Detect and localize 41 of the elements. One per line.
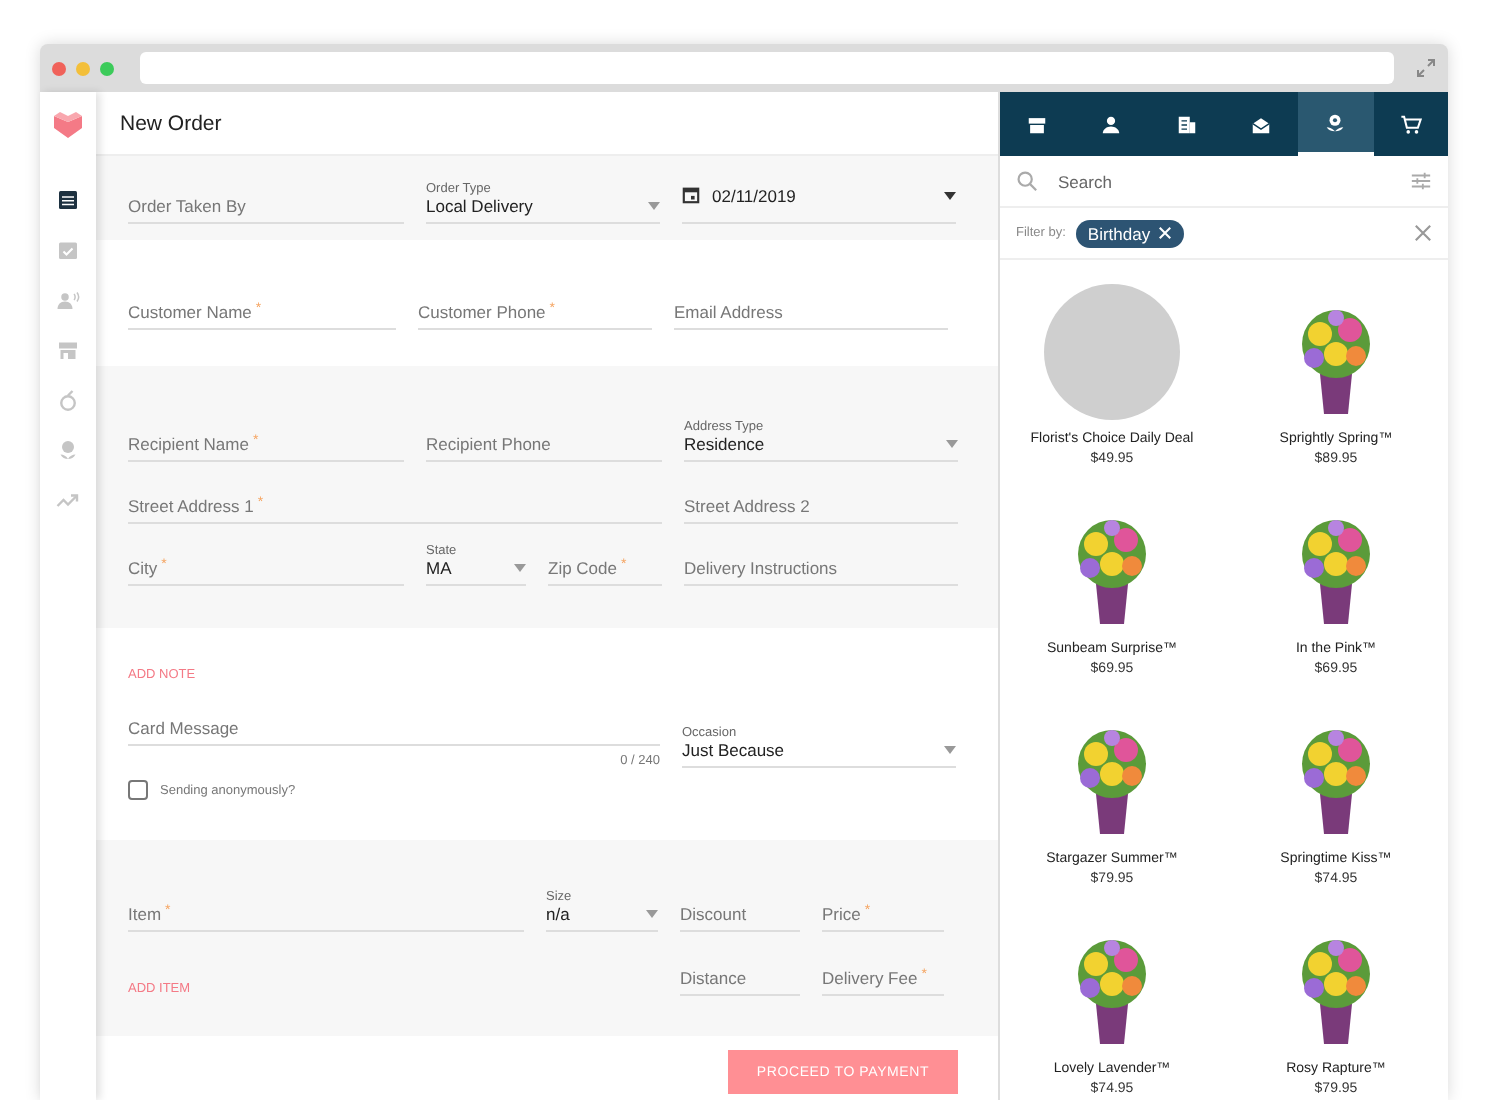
store-icon	[56, 337, 80, 361]
text-field[interactable]: Order Taken By	[128, 172, 404, 224]
remove-icon[interactable]	[1158, 226, 1173, 240]
building-icon	[1175, 113, 1198, 135]
text-field[interactable]: Distance	[680, 944, 800, 996]
caret-icon	[946, 439, 958, 447]
text-field[interactable]: Discount	[680, 880, 800, 932]
logo-icon	[52, 108, 84, 140]
envelope-icon	[1250, 113, 1273, 135]
caret-icon	[648, 202, 660, 210]
person-signal-icon	[56, 287, 80, 311]
text-field[interactable]: Email Address	[674, 277, 948, 329]
window-dot[interactable]	[52, 61, 66, 75]
window-dot[interactable]	[76, 61, 90, 75]
date-field[interactable]: 02/11/2019	[682, 172, 956, 224]
text-field[interactable]: Delivery Instructions	[684, 533, 958, 585]
flower-icon	[1324, 111, 1347, 133]
cart-icon	[1399, 113, 1422, 135]
panel-tab[interactable]	[1298, 92, 1374, 156]
text-field[interactable]: Street Address 2	[684, 471, 958, 523]
clipboard-check-icon	[56, 237, 80, 261]
card-message-field[interactable]: Card Message	[128, 694, 660, 746]
search-field[interactable]: Search	[1058, 171, 1390, 191]
caret-icon	[944, 746, 956, 754]
text-field[interactable]: Recipient Phone	[426, 409, 662, 461]
flower-icon	[56, 437, 80, 461]
caret-icon	[514, 563, 526, 571]
list-icon	[56, 187, 80, 211]
store-icon	[1026, 113, 1049, 135]
search-icon	[1016, 170, 1038, 192]
caret-icon	[944, 191, 956, 199]
calendar-icon	[682, 186, 700, 204]
window-dot[interactable]	[100, 61, 114, 75]
person-icon	[1100, 113, 1123, 135]
close-icon[interactable]	[1414, 224, 1432, 242]
ring-icon	[56, 387, 80, 411]
checkbox[interactable]	[128, 780, 148, 800]
sliders-icon[interactable]	[1410, 170, 1432, 192]
expand-icon[interactable]	[1416, 58, 1436, 78]
filter-chip[interactable]: Birthday	[1075, 219, 1185, 247]
caret-icon	[646, 910, 658, 918]
